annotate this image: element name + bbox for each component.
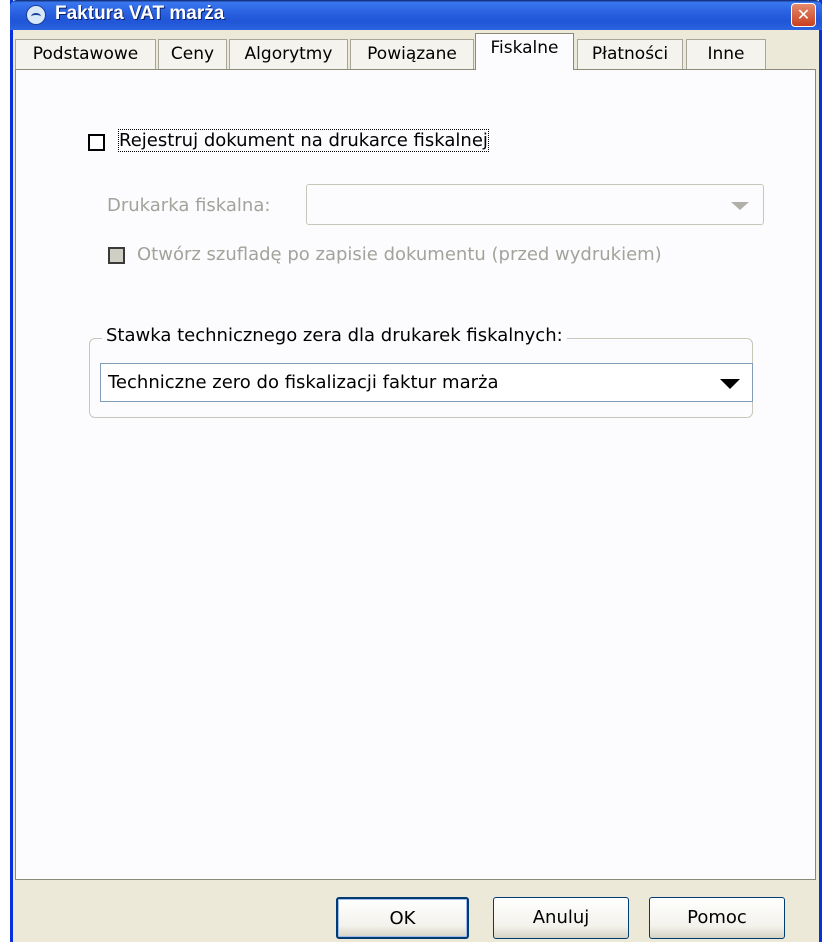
- tab-strip: Podstawowe Ceny Algorytmy Powiązane Fisk…: [15, 33, 815, 70]
- tab-algorytmy[interactable]: Algorytmy: [229, 39, 348, 69]
- window-title: Faktura VAT marża: [55, 3, 225, 24]
- tab-platnosci[interactable]: Płatności: [577, 39, 683, 69]
- fiscal-printer-label: Drukarka fiskalna:: [107, 195, 271, 216]
- tab-inne[interactable]: Inne: [686, 39, 766, 69]
- technical-zero-rate-select[interactable]: Techniczne zero do fiskalizacji faktur m…: [100, 363, 753, 402]
- dialog-window: Faktura VAT marża ✕ Podstawowe Ceny Algo…: [10, 0, 822, 942]
- technical-zero-groupbox: Stawka technicznego zera dla drukarek fi…: [89, 325, 753, 418]
- register-fiscal-label[interactable]: Rejestruj dokument na drukarce fiskalnej: [118, 129, 489, 152]
- help-button[interactable]: Pomoc: [649, 897, 785, 939]
- open-drawer-checkbox[interactable]: [108, 247, 125, 264]
- ok-button[interactable]: OK: [336, 897, 469, 939]
- tab-ceny[interactable]: Ceny: [158, 39, 227, 69]
- open-drawer-label: Otwórz szufladę po zapisie dokumentu (pr…: [137, 244, 662, 265]
- tab-fiskalne[interactable]: Fiskalne: [475, 33, 574, 70]
- technical-zero-group-title: Stawka technicznego zera dla drukarek fi…: [102, 325, 567, 346]
- cancel-button[interactable]: Anuluj: [493, 897, 629, 939]
- technical-zero-rate-value: Techniczne zero do fiskalizacji faktur m…: [108, 372, 499, 393]
- register-fiscal-checkbox[interactable]: [88, 134, 105, 151]
- fiscal-printer-dropdown[interactable]: [306, 184, 764, 225]
- title-bar[interactable]: Faktura VAT marża ✕: [10, 0, 822, 30]
- tab-podstawowe[interactable]: Podstawowe: [15, 39, 156, 69]
- fiscal-tab-panel: Rejestruj dokument na drukarce fiskalnej…: [15, 69, 816, 880]
- chevron-down-icon: [731, 202, 749, 210]
- chevron-down-icon: [720, 379, 740, 389]
- tab-powiazane[interactable]: Powiązane: [350, 39, 474, 69]
- close-button[interactable]: ✕: [791, 3, 816, 27]
- app-logo-icon: [26, 5, 46, 25]
